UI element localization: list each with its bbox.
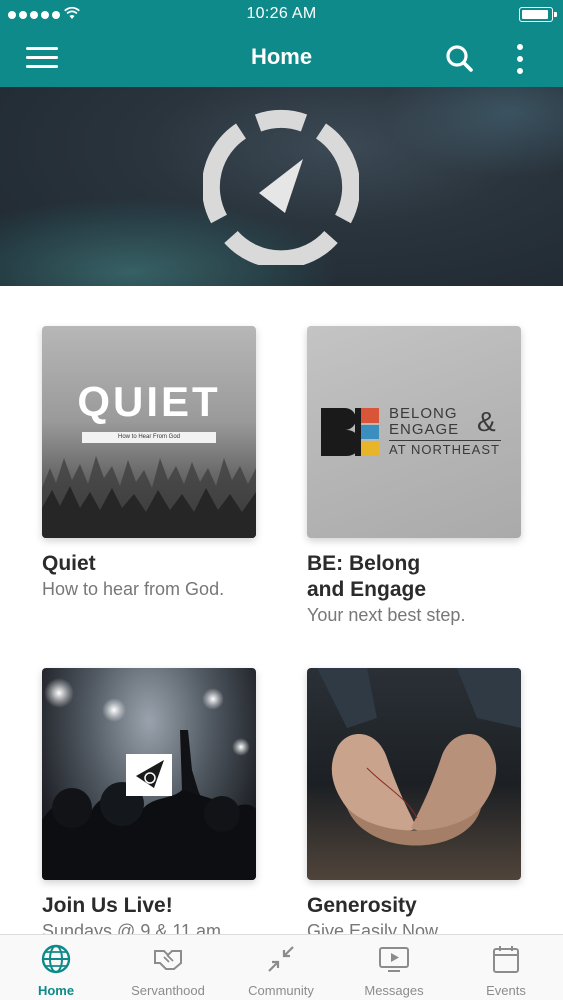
card-title: Quiet	[42, 552, 96, 575]
tab-home[interactable]: Home	[0, 935, 112, 1000]
card-join-us-live[interactable]: Join Us Live! Sundays @ 9 & 11 am	[42, 668, 256, 943]
more-options-button[interactable]	[508, 40, 532, 78]
tab-label: Events	[486, 983, 526, 998]
hero-banner[interactable]	[0, 87, 563, 286]
tab-label: Servanthood	[131, 983, 205, 998]
card-title: BE: Belong and Engage	[307, 552, 427, 601]
card-title: Join Us Live!	[42, 894, 173, 917]
battery-icon	[519, 7, 557, 22]
tab-label: Messages	[364, 983, 424, 998]
card-image: BELONG ENGAGE AT NORTHEAST &	[307, 326, 521, 538]
status-bar: 10:26 AM	[0, 0, 563, 30]
top-nav-bar: Home	[0, 30, 563, 87]
calendar-icon	[493, 946, 519, 973]
card-subtitle: How to hear from God.	[42, 579, 225, 599]
live-logo-icon	[126, 754, 172, 796]
tab-label: Home	[37, 983, 75, 998]
globe-icon	[41, 944, 71, 974]
card-title: Generosity	[307, 894, 417, 917]
tab-label: Community	[248, 983, 314, 998]
card-image: QUIET How to Hear From God	[42, 326, 256, 538]
compass-logo-icon	[203, 110, 359, 265]
card-image-caption: How to Hear From God	[82, 432, 216, 443]
be-logo-ampersand: &	[477, 406, 496, 437]
tab-servanthood[interactable]: Servanthood	[112, 935, 224, 1000]
tab-community[interactable]: Community	[225, 935, 337, 1000]
handshake-icon	[154, 950, 182, 970]
tab-messages[interactable]: Messages	[338, 935, 450, 1000]
card-subtitle: Your next best step.	[307, 605, 466, 625]
page-title: Home	[250, 44, 313, 69]
card-image-title: QUIET	[77, 378, 221, 425]
card-generosity[interactable]: Generosity Give Easily Now	[307, 668, 521, 943]
card-quiet[interactable]: QUIET How to Hear From God Quiet How to …	[42, 326, 256, 601]
search-icon	[446, 45, 473, 72]
tab-events[interactable]: Events	[450, 935, 562, 1000]
menu-button[interactable]	[26, 44, 60, 72]
card-image	[307, 668, 521, 880]
arrows-in-icon	[268, 946, 294, 972]
search-button[interactable]	[443, 42, 477, 76]
card-belong-engage[interactable]: BELONG ENGAGE AT NORTHEAST & BE: Belong …	[307, 326, 521, 627]
be-logo-icon	[321, 408, 379, 456]
play-screen-icon	[379, 947, 409, 972]
card-image	[42, 668, 256, 880]
bottom-tab-bar: Home Servanthood Community Messages Even…	[0, 934, 563, 1000]
status-time: 10:26 AM	[246, 5, 317, 22]
